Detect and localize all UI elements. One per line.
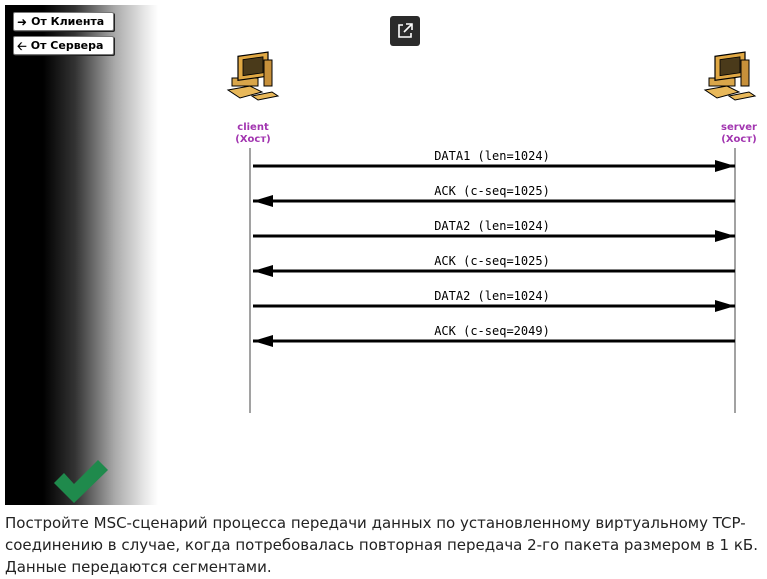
message-label: DATA1 (len=1024) (434, 149, 550, 163)
sidebar: ➜ От Клиента 🡠 От Сервера (5, 5, 158, 505)
server-host-name: server (721, 122, 757, 133)
msc-diagram: client (Хост) server (Хост) DATA1 (len=1… (227, 51, 757, 413)
message-label: DATA2 (len=1024) (434, 219, 550, 233)
messages-group: DATA1 (len=1024) ACK (c-seq=1025) DATA2 (l… (253, 149, 735, 347)
from-server-label: От Сервера (30, 39, 104, 52)
arrow-left-icon: 🡠 (17, 38, 27, 53)
client-computer-icon (227, 51, 279, 101)
task-caption: Постройте MSC-сценарий процесса передачи… (5, 514, 758, 576)
message-label: ACK (c-seq=1025) (434, 184, 550, 198)
popout-button[interactable] (390, 16, 420, 46)
external-link-icon (398, 23, 413, 38)
message-label: ACK (c-seq=1025) (434, 254, 550, 268)
server-computer-icon (704, 51, 756, 101)
message-label: ACK (c-seq=2049) (434, 324, 550, 338)
client-host-role: (Хост) (235, 134, 270, 145)
message-label: DATA2 (len=1024) (434, 289, 550, 303)
client-host-name: client (237, 122, 269, 133)
server-host-role: (Хост) (721, 134, 756, 145)
from-client-label: От Клиента (31, 15, 105, 28)
from-server-button[interactable]: 🡠 От Сервера (13, 36, 114, 55)
arrow-right-icon: ➜ (17, 14, 28, 29)
from-client-button[interactable]: ➜ От Клиента (13, 12, 114, 31)
checkmark-icon (54, 460, 108, 503)
